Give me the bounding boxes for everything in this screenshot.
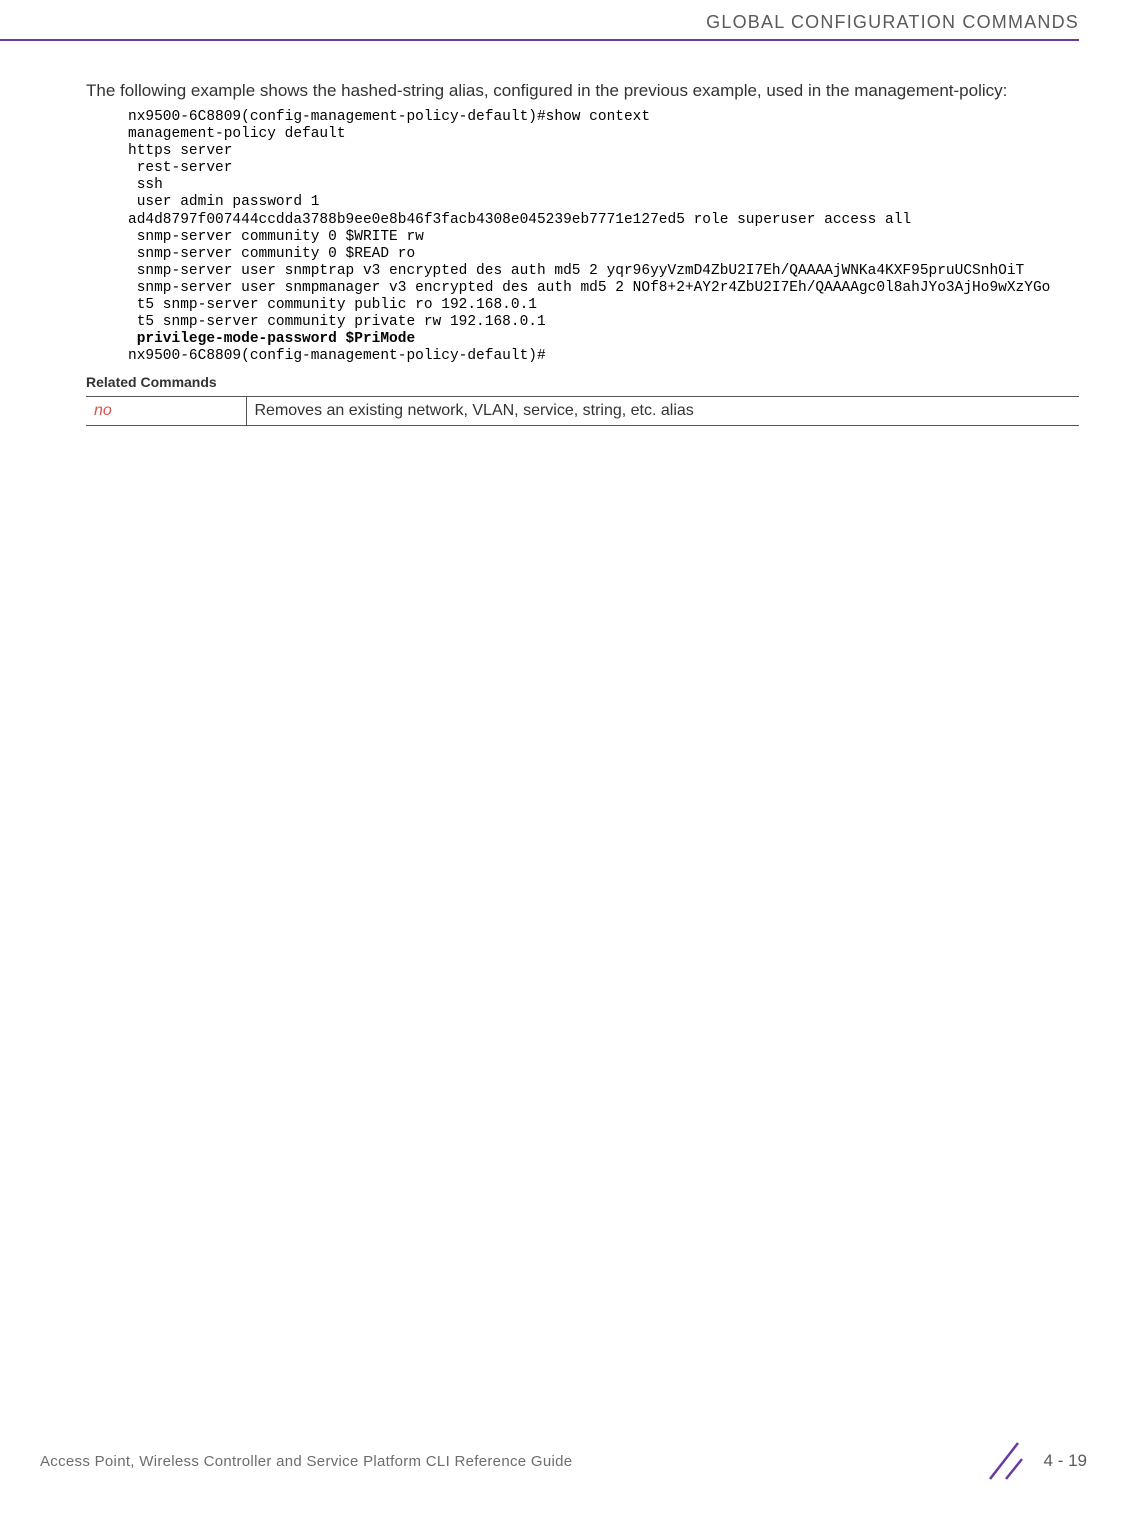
related-commands-table: no Removes an existing network, VLAN, se…	[86, 396, 1079, 426]
code-line: nx9500-6C8809(config-management-policy-d…	[128, 109, 650, 125]
code-line: user admin password 1	[128, 194, 328, 210]
code-line: t5 snmp-server community public ro 192.1…	[128, 297, 537, 313]
code-line: ad4d8797f007444ccdda3788b9ee0e8b46f3facb…	[128, 212, 911, 228]
code-line: snmp-server user snmptrap v3 encrypted d…	[128, 263, 1024, 279]
code-line: rest-server	[128, 160, 232, 176]
code-line: management-policy default	[128, 126, 346, 142]
page-content: The following example shows the hashed-s…	[86, 80, 1079, 426]
footer-text: Access Point, Wireless Controller and Se…	[40, 1453, 572, 1470]
code-line: nx9500-6C8809(config-management-policy-d…	[128, 348, 546, 364]
table-row: no Removes an existing network, VLAN, se…	[86, 396, 1079, 425]
command-cell: no	[86, 396, 246, 425]
header-rule	[0, 39, 1079, 41]
header-title: GLOBAL CONFIGURATION COMMANDS	[0, 12, 1079, 33]
code-line-bold: privilege-mode-password $PriMode	[128, 331, 415, 347]
page-number: 4 - 19	[1044, 1451, 1087, 1471]
code-line: t5 snmp-server community private rw 192.…	[128, 314, 546, 330]
code-line: snmp-server community 0 $READ ro	[128, 246, 415, 262]
page-footer: Access Point, Wireless Controller and Se…	[40, 1437, 1087, 1485]
code-line: https server	[128, 143, 232, 159]
related-commands-heading: Related Commands	[86, 374, 1079, 390]
logo-icon	[980, 1437, 1028, 1485]
code-line: snmp-server user snmpmanager v3 encrypte…	[128, 280, 1050, 296]
code-block: nx9500-6C8809(config-management-policy-d…	[86, 109, 1079, 366]
code-line: snmp-server community 0 $WRITE rw	[128, 229, 424, 245]
code-line: ssh	[128, 177, 163, 193]
description-cell: Removes an existing network, VLAN, servi…	[246, 396, 1079, 425]
page-header: GLOBAL CONFIGURATION COMMANDS	[0, 0, 1127, 41]
intro-paragraph: The following example shows the hashed-s…	[86, 80, 1079, 103]
footer-right: 4 - 19	[980, 1437, 1087, 1485]
